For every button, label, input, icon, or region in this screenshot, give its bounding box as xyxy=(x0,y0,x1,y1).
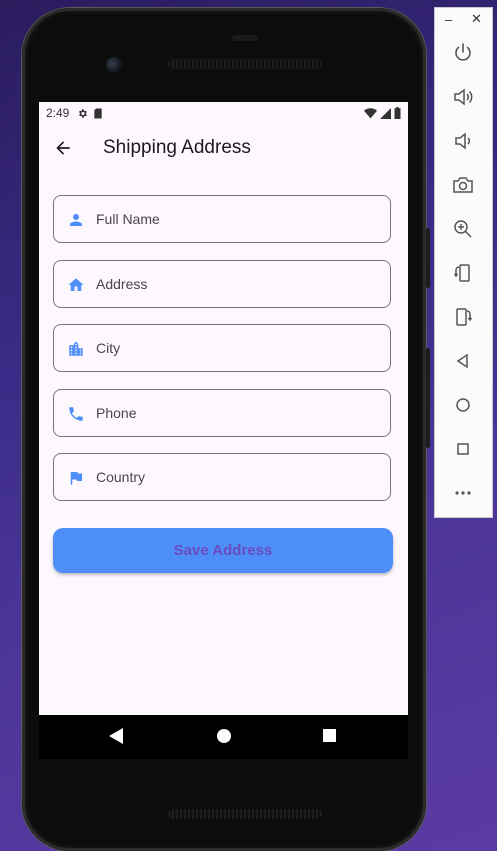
country-input[interactable] xyxy=(96,454,382,500)
camera-icon[interactable] xyxy=(451,173,475,197)
city-input[interactable] xyxy=(96,325,382,371)
status-time: 2:49 xyxy=(46,106,70,120)
more-icon[interactable] xyxy=(451,481,475,505)
toolbar-window-controls: – ✕ xyxy=(435,8,492,34)
phone-sensor xyxy=(232,35,258,41)
address-field xyxy=(53,260,391,308)
app-bar: Shipping Address xyxy=(39,124,408,172)
nav-recents-icon[interactable] xyxy=(323,729,336,742)
phone-side-button xyxy=(426,348,430,448)
sd-card-icon xyxy=(94,107,103,119)
phone-earpiece xyxy=(168,59,322,69)
phone-side-button xyxy=(426,228,430,288)
emulator-toolbar: – ✕ xyxy=(434,7,493,518)
country-field xyxy=(53,453,391,501)
app-screen: 2:49 Shipping Address Save Address xyxy=(39,102,408,715)
nav-home-icon[interactable] xyxy=(217,729,231,743)
phone-input[interactable] xyxy=(96,390,382,436)
phone-bottom-speaker xyxy=(168,809,322,819)
save-address-button[interactable]: Save Address xyxy=(53,528,393,573)
full-name-field xyxy=(53,195,391,243)
page-title: Shipping Address xyxy=(103,137,251,158)
wifi-icon xyxy=(364,107,377,118)
battery-icon xyxy=(394,107,401,119)
rotate-left-icon[interactable] xyxy=(451,261,475,285)
power-icon[interactable] xyxy=(451,41,475,65)
volume-up-icon[interactable] xyxy=(451,85,475,109)
address-input[interactable] xyxy=(96,261,382,307)
phone-icon xyxy=(69,407,83,421)
settings-icon xyxy=(79,108,88,118)
front-camera xyxy=(106,57,122,73)
nav-back-icon[interactable] xyxy=(109,728,123,744)
back-icon[interactable] xyxy=(451,349,475,373)
city-field xyxy=(53,324,391,372)
status-bar: 2:49 xyxy=(39,102,408,124)
rotate-right-icon[interactable] xyxy=(451,305,475,329)
city-icon xyxy=(69,341,83,356)
full-name-input[interactable] xyxy=(96,196,382,242)
back-arrow-icon[interactable] xyxy=(53,138,73,158)
home-icon xyxy=(68,278,84,291)
flag-icon xyxy=(70,472,82,485)
close-icon[interactable]: ✕ xyxy=(471,11,482,27)
home-circle-icon[interactable] xyxy=(451,393,475,417)
overview-icon[interactable] xyxy=(451,437,475,461)
person-icon xyxy=(70,214,82,226)
navigation-bar xyxy=(39,715,408,759)
minimize-icon[interactable]: – xyxy=(445,12,452,27)
signal-icon xyxy=(380,107,391,119)
zoom-icon[interactable] xyxy=(451,217,475,241)
phone-field xyxy=(53,389,391,437)
volume-down-icon[interactable] xyxy=(451,129,475,153)
